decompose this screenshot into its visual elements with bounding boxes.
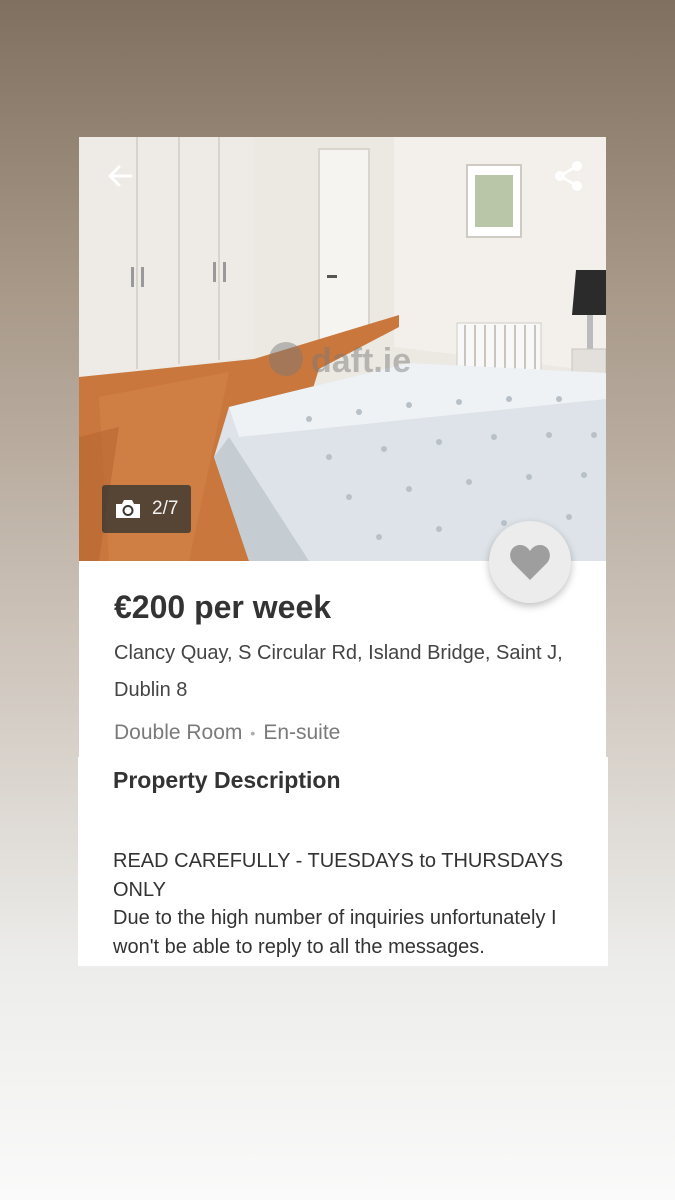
photo-counter-text: 2/7 xyxy=(152,498,179,519)
description-heading: Property Description xyxy=(113,767,341,793)
watermark-logo: daft.ie xyxy=(269,342,411,380)
listing-features: Double Room • En-suite xyxy=(114,721,340,745)
back-button[interactable] xyxy=(103,159,137,193)
photo-counter[interactable]: 2/7 xyxy=(102,485,191,533)
watermark-text: daft.ie xyxy=(311,342,411,380)
feature-bathroom: En-suite xyxy=(263,721,341,744)
favorite-button[interactable] xyxy=(489,521,571,603)
listing-address: Clancy Quay, S Circular Rd, Island Bridg… xyxy=(114,642,563,701)
camera-icon xyxy=(116,500,140,518)
description-section: Property Description READ CAREFULLY - TU… xyxy=(78,757,608,966)
listing-photo[interactable]: daft.ie 2/7 xyxy=(79,137,606,561)
description-line: Due to the high number of inquiries unfo… xyxy=(113,907,557,958)
share-button[interactable] xyxy=(552,159,586,193)
share-icon xyxy=(555,161,582,191)
listing-price: €200 per week xyxy=(114,589,332,625)
description-line: READ CAREFULLY - TUESDAYS to THURSDAYS O… xyxy=(113,850,564,901)
heart-icon xyxy=(510,545,550,580)
feature-room-type: Double Room xyxy=(114,721,243,744)
listing-card: daft.ie 2/7 €200 per week Clancy Quay, S… xyxy=(79,137,606,757)
arrow-left-icon xyxy=(108,165,133,187)
description-body: READ CAREFULLY - TUESDAYS to THURSDAYS O… xyxy=(113,847,583,961)
feature-separator: • xyxy=(250,725,256,741)
